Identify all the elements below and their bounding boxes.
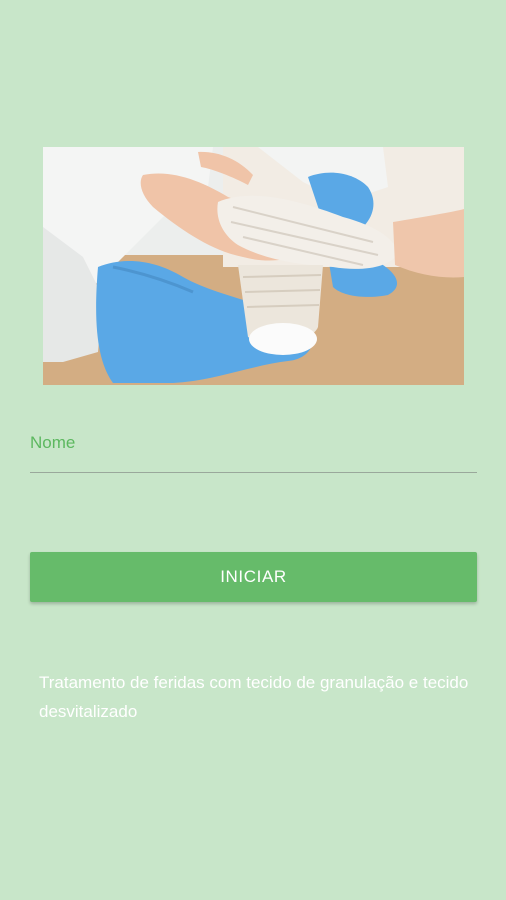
hero-image [43, 147, 464, 385]
name-input[interactable] [30, 428, 481, 474]
start-button[interactable]: INICIAR [30, 552, 477, 602]
name-input-underline [30, 472, 477, 473]
bandage-illustration [43, 147, 464, 385]
description-text: Tratamento de feridas com tecido de gran… [39, 673, 469, 721]
